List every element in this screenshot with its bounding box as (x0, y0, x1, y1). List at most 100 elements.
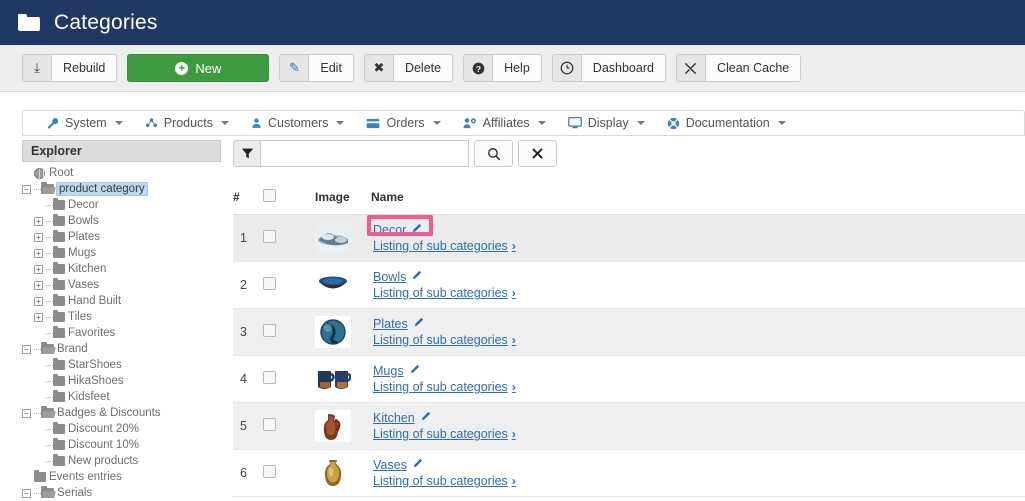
rebuild-button[interactable]: ⤓ Rebuild (22, 54, 118, 82)
sub-categories-link[interactable]: Listing of sub categories › (373, 427, 1025, 441)
row-select-cell[interactable] (263, 261, 315, 309)
category-tree[interactable]: Root − product category Decor + Bowls + Plates +… (22, 162, 221, 501)
tree-toggle-expand-icon[interactable]: + (34, 264, 43, 274)
new-button[interactable]: + New (127, 54, 270, 82)
folder-icon (53, 262, 65, 274)
bowls-thumb (315, 269, 371, 301)
row-checkbox[interactable] (263, 277, 276, 290)
tree-node[interactable]: − product category (22, 181, 221, 197)
funnel-icon[interactable] (233, 140, 261, 167)
folder-icon (53, 422, 65, 434)
tree-node[interactable]: + Kitchen (22, 261, 221, 277)
tree-toggle-collapse-icon[interactable]: − (22, 408, 31, 418)
table-row[interactable]: 2 Bowls Listing of sub categories › (233, 261, 1025, 309)
tree-node[interactable]: New products (22, 453, 221, 469)
categories-table: # Image Name 1 Decor Listing of sub catego… (233, 185, 1025, 497)
dashboard-button[interactable]: Dashboard (551, 54, 666, 82)
menu-item-documentation[interactable]: Documentation (667, 116, 786, 130)
edit-pencil-icon[interactable] (420, 411, 431, 425)
globe-icon (34, 167, 45, 180)
menu-item-products[interactable]: Products (145, 116, 230, 130)
tree-node[interactable]: Discount 10% (22, 437, 221, 453)
edit-pencil-icon[interactable] (413, 317, 424, 331)
sub-categories-link[interactable]: Listing of sub categories › (373, 286, 1025, 300)
search-input[interactable] (261, 140, 469, 167)
row-checkbox[interactable] (263, 230, 276, 243)
tree-toggle-expand-icon[interactable]: + (34, 296, 43, 306)
sub-categories-link[interactable]: Listing of sub categories › (373, 474, 1025, 488)
row-name-cell: Mugs Listing of sub categories › (371, 355, 1025, 403)
menu-item-display[interactable]: Display (567, 116, 645, 130)
tree-toggle-expand-icon[interactable]: + (34, 248, 43, 258)
row-name-cell: Decor Listing of sub categories › (367, 214, 1025, 262)
table-row[interactable]: 5 Kitchen Listing of sub categories › (233, 402, 1025, 450)
table-row[interactable]: 6 Vases Listing of sub categories › (233, 449, 1025, 497)
sub-categories-link[interactable]: Listing of sub categories › (373, 380, 1025, 394)
edit-pencil-icon[interactable] (412, 458, 423, 472)
category-name-link[interactable]: Vases (373, 458, 407, 472)
row-select-cell[interactable] (263, 214, 315, 262)
edit-button[interactable]: ✎ Edit (279, 54, 354, 82)
sub-categories-link[interactable]: Listing of sub categories › (373, 239, 1025, 253)
tree-toggle-expand-icon[interactable]: + (34, 216, 43, 226)
table-row[interactable]: 3 Plates Listing of sub categories › (233, 308, 1025, 356)
menu-item-customers[interactable]: Customers (251, 116, 345, 130)
tree-toggle-collapse-icon[interactable]: − (22, 184, 31, 194)
row-select-cell[interactable] (263, 355, 315, 403)
edit-pencil-icon[interactable] (409, 364, 420, 378)
row-checkbox[interactable] (263, 418, 276, 431)
select-all-checkbox[interactable] (263, 189, 276, 202)
tree-node-label: Brand (57, 343, 88, 355)
tree-node[interactable]: − Serials (22, 485, 221, 501)
tree-node[interactable]: Decor (22, 197, 221, 213)
column-header-select[interactable] (263, 185, 315, 215)
category-name-link[interactable]: Bowls (373, 270, 406, 284)
tree-node[interactable]: + Plates (22, 229, 221, 245)
folder-open-icon (41, 486, 54, 498)
tree-node[interactable]: StarShoes (22, 357, 221, 373)
category-name-link[interactable]: Plates (373, 317, 408, 331)
tree-node[interactable]: + Hand Built (22, 293, 221, 309)
tree-toggle-collapse-icon[interactable]: − (22, 488, 31, 498)
column-header-name[interactable]: Name (371, 185, 1025, 215)
tree-node[interactable]: − Brand (22, 341, 221, 357)
menu-item-orders[interactable]: Orders (366, 116, 441, 130)
tree-node[interactable]: Events entries (22, 469, 221, 485)
table-row[interactable]: 1 Decor Listing of sub categories › (233, 214, 1025, 262)
tree-toggle-collapse-icon[interactable]: − (22, 344, 31, 354)
tree-toggle-expand-icon[interactable]: + (34, 280, 43, 290)
row-select-cell[interactable] (263, 402, 315, 450)
tree-node[interactable]: + Vases (22, 277, 221, 293)
tree-toggle-expand-icon[interactable]: + (34, 232, 43, 242)
chevron-right-icon: › (511, 333, 516, 347)
tree-node[interactable]: Root (22, 165, 221, 181)
tree-node[interactable]: Kidsfeet (22, 389, 221, 405)
row-select-cell[interactable] (263, 449, 315, 497)
tree-node[interactable]: Favorites (22, 325, 221, 341)
category-name-link[interactable]: Mugs (373, 364, 404, 378)
edit-pencil-icon[interactable] (411, 270, 422, 284)
delete-button[interactable]: ✖ Delete (363, 54, 454, 82)
row-checkbox[interactable] (263, 324, 276, 337)
menu-item-affiliates[interactable]: Affiliates (463, 116, 546, 130)
tree-toggle-expand-icon[interactable]: + (34, 312, 43, 322)
tree-node[interactable]: HikaShoes (22, 373, 221, 389)
tree-node[interactable]: − Badges & Discounts (22, 405, 221, 421)
clean-cache-button[interactable]: Clean Cache (675, 54, 802, 82)
row-select-cell[interactable] (263, 308, 315, 356)
search-button[interactable] (474, 140, 513, 167)
tree-node[interactable]: + Mugs (22, 245, 221, 261)
edit-pencil-icon[interactable] (411, 223, 422, 237)
clear-search-button[interactable] (518, 140, 557, 167)
category-name-link[interactable]: Kitchen (373, 411, 415, 425)
tree-node[interactable]: + Tiles (22, 309, 221, 325)
help-button[interactable]: ? Help (463, 54, 542, 82)
row-checkbox[interactable] (263, 371, 276, 384)
row-checkbox[interactable] (263, 465, 276, 478)
menu-item-system[interactable]: System (47, 116, 123, 130)
tree-node[interactable]: + Bowls (22, 213, 221, 229)
sub-categories-link[interactable]: Listing of sub categories › (373, 333, 1025, 347)
category-name-link[interactable]: Decor (373, 223, 406, 237)
tree-node[interactable]: Discount 20% (22, 421, 221, 437)
table-row[interactable]: 4 Mugs Listing of sub categories › (233, 355, 1025, 403)
